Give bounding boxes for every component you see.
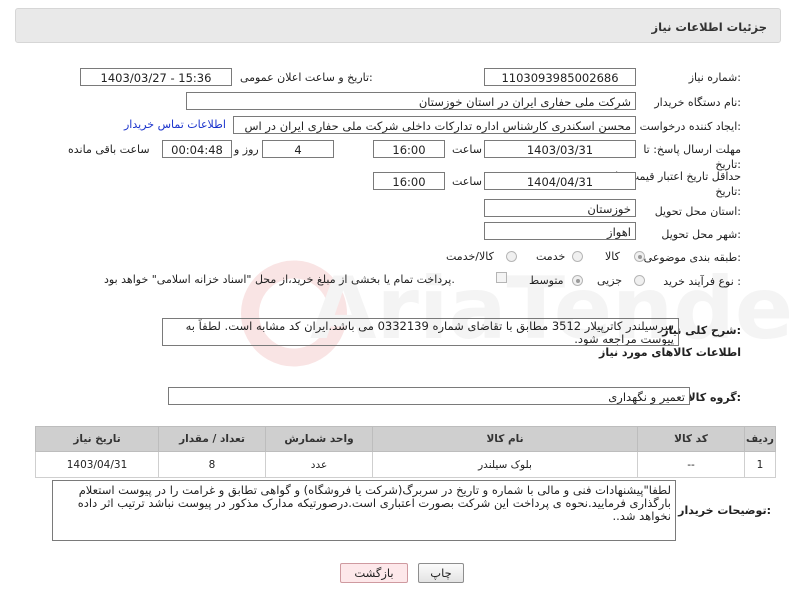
category-radio-service[interactable] <box>572 251 583 262</box>
cell-item-name: بلوک سیلندر <box>372 451 638 478</box>
validity-time-label: ساعت <box>452 175 482 188</box>
purchase-radio-minor[interactable] <box>634 275 645 286</box>
category-goods-label: کالا <box>605 250 620 263</box>
back-button[interactable]: بازگشت <box>340 563 408 583</box>
treasury-note: پرداخت تمام یا بخشی از مبلغ خرید،از محل … <box>104 273 455 286</box>
goods-group-field: تعمیر و نگهداری <box>168 387 690 405</box>
treasury-checkbox[interactable] <box>496 272 507 283</box>
cell-row-number: 1 <box>744 451 776 478</box>
table-header-row: ردیف کد کالا نام کالا واحد شمارش تعداد /… <box>35 426 776 452</box>
city-field: اهواز <box>484 222 636 240</box>
contact-buyer-link[interactable]: اطلاعات تماس خریدار <box>124 118 226 131</box>
buyer-notes-field: لطفا"پیشنهادات فنی و مالی با شماره و تار… <box>52 480 676 541</box>
purchase-medium-label: متوسط <box>529 274 564 287</box>
validity-date-field: 1404/04/31 <box>484 172 636 190</box>
description-field: سرسیلندر کاترپیلار 3512 مطابق با تقاضای … <box>162 318 679 346</box>
buyer-org-label: نام دستگاه خریدار: <box>654 96 741 109</box>
validity-time-field: 16:00 <box>373 172 445 190</box>
cell-item-code: -- <box>637 451 745 478</box>
category-radio-goods-service[interactable] <box>506 251 517 262</box>
print-button[interactable]: چاپ <box>418 563 464 583</box>
header-quantity: تعداد / مقدار <box>158 426 266 452</box>
category-service-label: خدمت <box>536 250 566 263</box>
page-title: جزئیات اطلاعات نیاز <box>651 20 767 34</box>
category-goods-service-label: کالا/خدمت <box>446 250 494 263</box>
days-field: 4 <box>262 140 334 158</box>
header-need-date: تاریخ نیاز <box>35 426 159 452</box>
province-field: خوزستان <box>484 199 636 217</box>
purchase-type-label: نوع فرآیند خرید : <box>663 275 741 288</box>
cell-unit: عدد <box>265 451 373 478</box>
cell-need-date: 1403/04/31 <box>35 451 159 478</box>
deadline-time-label: ساعت <box>452 143 482 156</box>
requester-field: محسن اسکندری کارشناس اداره تدارکات داخلی… <box>233 116 636 134</box>
announce-field: 1403/03/27 - 15:36 <box>80 68 232 86</box>
deadline-label: مهلت ارسال پاسخ: تا تاریخ: <box>631 142 741 172</box>
purchase-minor-label: جزیی <box>597 274 623 287</box>
table-row: 1 -- بلوک سیلندر عدد 8 1403/04/31 <box>35 451 776 478</box>
need-number-field: 1103093985002686 <box>484 68 636 86</box>
cell-quantity: 8 <box>158 451 266 478</box>
announce-label: تاریخ و ساعت اعلان عمومی: <box>240 71 373 84</box>
remaining-time-field: 00:04:48 <box>162 140 232 158</box>
city-label: شهر محل تحویل: <box>661 228 741 241</box>
need-number-label: شماره نیاز: <box>688 71 741 84</box>
province-label: استان محل تحویل: <box>654 205 741 218</box>
deadline-date-field: 1403/03/31 <box>484 140 636 158</box>
goods-group-label: گروه کالا: <box>687 391 741 404</box>
category-radio-goods[interactable] <box>634 251 645 262</box>
header-unit: واحد شمارش <box>265 426 373 452</box>
items-table: ردیف کد کالا نام کالا واحد شمارش تعداد /… <box>35 426 776 478</box>
remaining-label: ساعت باقی مانده <box>68 143 150 156</box>
buyer-notes-label: توضیحات خریدار: <box>678 504 771 517</box>
requester-label: ایجاد کننده درخواست: <box>639 120 741 133</box>
days-label: روز و <box>234 143 259 156</box>
deadline-label-text: مهلت ارسال پاسخ: تا تاریخ: <box>643 143 741 171</box>
purchase-radio-medium[interactable] <box>572 275 583 286</box>
header-row-number: ردیف <box>744 426 776 452</box>
category-label: طبقه بندی موضوعی: <box>643 251 741 264</box>
header-item-name: نام کالا <box>372 426 638 452</box>
deadline-time-field: 16:00 <box>373 140 445 158</box>
goods-section-title: اطلاعات کالاهای مورد نیاز <box>599 346 741 359</box>
buyer-org-field: شرکت ملی حفاری ایران در استان خوزستان <box>186 92 636 110</box>
header-item-code: کد کالا <box>637 426 745 452</box>
